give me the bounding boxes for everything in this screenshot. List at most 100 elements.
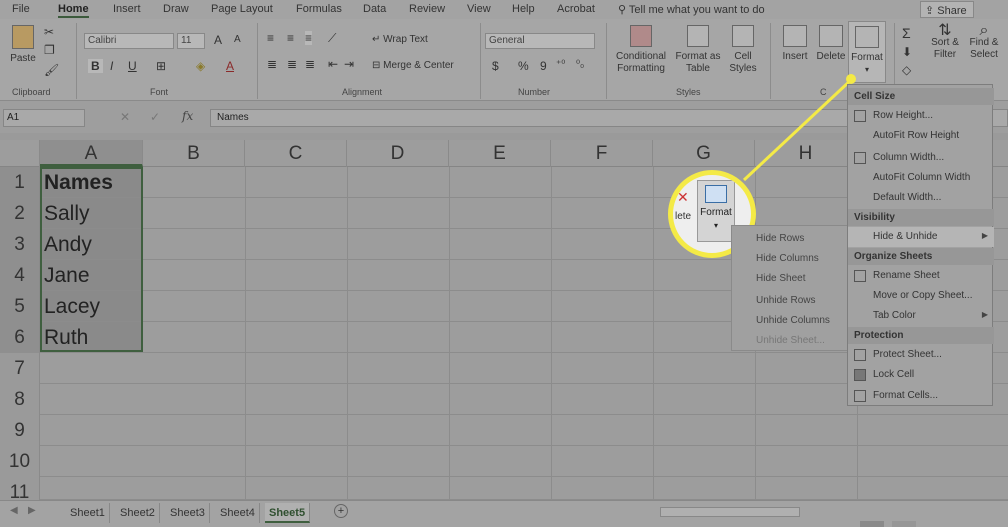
- insert-cells-button[interactable]: Insert: [778, 25, 812, 63]
- conditional-formatting-button[interactable]: Conditional Formatting: [612, 25, 670, 75]
- delete-cells-button[interactable]: Delete: [814, 25, 848, 63]
- format-cells-item[interactable]: Format Cells...: [848, 386, 994, 406]
- page-layout-icon[interactable]: [892, 521, 916, 527]
- wrap-text-button[interactable]: ↵ Wrap Text: [372, 34, 428, 46]
- lock-cell-item[interactable]: Lock Cell: [848, 365, 994, 385]
- indent-icon[interactable]: ⇤: [328, 57, 338, 71]
- sheet-tab-2[interactable]: Sheet2: [116, 503, 160, 523]
- enter-icon[interactable]: ✓: [150, 110, 160, 124]
- row-header[interactable]: 10: [0, 446, 40, 477]
- row-header[interactable]: 3: [0, 229, 40, 260]
- menu-home[interactable]: Home: [58, 3, 89, 18]
- insert-function-button[interactable]: fx: [182, 109, 193, 123]
- fill-icon[interactable]: ⬇: [902, 45, 912, 59]
- sheet-tab-1[interactable]: Sheet1: [66, 503, 110, 523]
- hide-rows-item[interactable]: Hide Rows: [756, 233, 804, 244]
- font-size-select[interactable]: 11: [177, 33, 205, 49]
- align-right-icon[interactable]: ≣: [305, 57, 315, 71]
- row-header[interactable]: 2: [0, 198, 40, 229]
- sheet-tab-3[interactable]: Sheet3: [166, 503, 210, 523]
- align-left-icon[interactable]: ≣: [267, 57, 277, 71]
- tell-me-search[interactable]: ⚲ Tell me what you want to do: [618, 3, 765, 16]
- column-header-h[interactable]: H: [755, 140, 857, 167]
- row-header[interactable]: 4: [0, 260, 40, 291]
- row-header[interactable]: 11: [0, 477, 40, 500]
- font-color-button[interactable]: A: [226, 59, 234, 73]
- tab-color-item[interactable]: Tab Color ▶: [848, 306, 994, 326]
- autofit-column-width-item[interactable]: AutoFit Column Width: [848, 168, 994, 188]
- number-format-select[interactable]: General: [485, 33, 595, 49]
- autofit-row-height-item[interactable]: AutoFit Row Height: [848, 126, 994, 146]
- row-header[interactable]: 6: [0, 322, 40, 353]
- sheet-tab-4[interactable]: Sheet4: [216, 503, 260, 523]
- menu-formulas[interactable]: Formulas: [296, 3, 342, 15]
- name-box[interactable]: A1: [3, 109, 85, 127]
- horizontal-scrollbar[interactable]: [660, 507, 800, 517]
- protect-sheet-item[interactable]: Protect Sheet...: [848, 345, 994, 365]
- normal-view-icon[interactable]: [860, 521, 884, 527]
- row-header[interactable]: 7: [0, 353, 40, 384]
- menu-data[interactable]: Data: [363, 3, 386, 15]
- cut-icon[interactable]: ✂: [44, 25, 54, 39]
- outdent-icon[interactable]: ⇥: [344, 57, 354, 71]
- select-all-corner[interactable]: [0, 140, 40, 167]
- format-as-table-button[interactable]: Format as Table: [674, 25, 722, 75]
- column-width-item[interactable]: Column Width...: [848, 148, 994, 168]
- sheet-tab-5[interactable]: Sheet5: [265, 503, 311, 523]
- underline-button[interactable]: U: [128, 59, 137, 73]
- comma-button[interactable]: 9: [540, 59, 547, 73]
- prev-sheet-icon[interactable]: ◀: [10, 505, 18, 516]
- menu-page-layout[interactable]: Page Layout: [211, 3, 273, 15]
- orientation-icon[interactable]: ⟋: [328, 31, 336, 46]
- row-header[interactable]: 9: [0, 415, 40, 446]
- grow-font-button[interactable]: A: [214, 33, 222, 47]
- shrink-font-button[interactable]: A: [234, 34, 241, 45]
- unhide-rows-item[interactable]: Unhide Rows: [756, 295, 815, 306]
- hide-unhide-item[interactable]: Hide & Unhide ▶: [848, 227, 994, 247]
- cancel-icon[interactable]: ✕: [120, 110, 130, 124]
- decrease-decimal-icon[interactable]: ⁰₀: [576, 59, 584, 70]
- menu-file[interactable]: File: [12, 3, 30, 15]
- sort-filter-button[interactable]: ⇅ Sort & Filter: [928, 23, 962, 61]
- italic-button[interactable]: I: [110, 59, 113, 73]
- column-header-b[interactable]: B: [143, 140, 245, 167]
- column-header-c[interactable]: C: [245, 140, 347, 167]
- format-cells-button[interactable]: Format ▾: [848, 21, 886, 83]
- share-button[interactable]: ⇪ Share: [920, 1, 974, 18]
- hide-columns-item[interactable]: Hide Columns: [756, 253, 819, 264]
- menu-draw[interactable]: Draw: [163, 3, 189, 15]
- align-top-icon[interactable]: ≡: [267, 31, 274, 45]
- rename-sheet-item[interactable]: Rename Sheet: [848, 266, 994, 286]
- paste-button[interactable]: Paste: [8, 25, 38, 65]
- menu-acrobat[interactable]: Acrobat: [557, 3, 595, 15]
- align-middle-icon[interactable]: ≡: [287, 31, 294, 45]
- menu-view[interactable]: View: [467, 3, 491, 15]
- cell-styles-button[interactable]: Cell Styles: [726, 25, 760, 75]
- menu-review[interactable]: Review: [409, 3, 445, 15]
- row-header[interactable]: 5: [0, 291, 40, 322]
- autosum-button[interactable]: Σ: [902, 25, 911, 41]
- clear-icon[interactable]: ◇: [902, 63, 911, 77]
- row-header[interactable]: 8: [0, 384, 40, 415]
- next-sheet-icon[interactable]: ▶: [28, 505, 36, 516]
- column-header-f[interactable]: F: [551, 140, 653, 167]
- row-height-item[interactable]: Row Height...: [848, 106, 994, 126]
- increase-decimal-icon[interactable]: ⁺⁰: [556, 59, 565, 70]
- row-header[interactable]: 1: [0, 167, 40, 198]
- font-name-select[interactable]: Calibri: [84, 33, 174, 49]
- move-copy-sheet-item[interactable]: Move or Copy Sheet...: [848, 286, 994, 306]
- borders-icon[interactable]: ⊞: [156, 59, 166, 73]
- menu-insert[interactable]: Insert: [113, 3, 141, 15]
- format-painter-icon[interactable]: 🖌: [44, 63, 59, 77]
- bold-button[interactable]: B: [88, 59, 103, 73]
- column-header-d[interactable]: D: [347, 140, 449, 167]
- add-sheet-button[interactable]: +: [334, 504, 348, 518]
- currency-button[interactable]: $: [492, 59, 499, 73]
- merge-center-button[interactable]: ⊟ Merge & Center: [372, 60, 454, 72]
- align-bottom-icon[interactable]: ≡: [305, 31, 313, 45]
- column-header-g[interactable]: G: [653, 140, 755, 167]
- menu-help[interactable]: Help: [512, 3, 535, 15]
- percent-button[interactable]: %: [518, 59, 529, 73]
- column-header-a[interactable]: A: [40, 140, 143, 167]
- unhide-columns-item[interactable]: Unhide Columns: [756, 315, 830, 326]
